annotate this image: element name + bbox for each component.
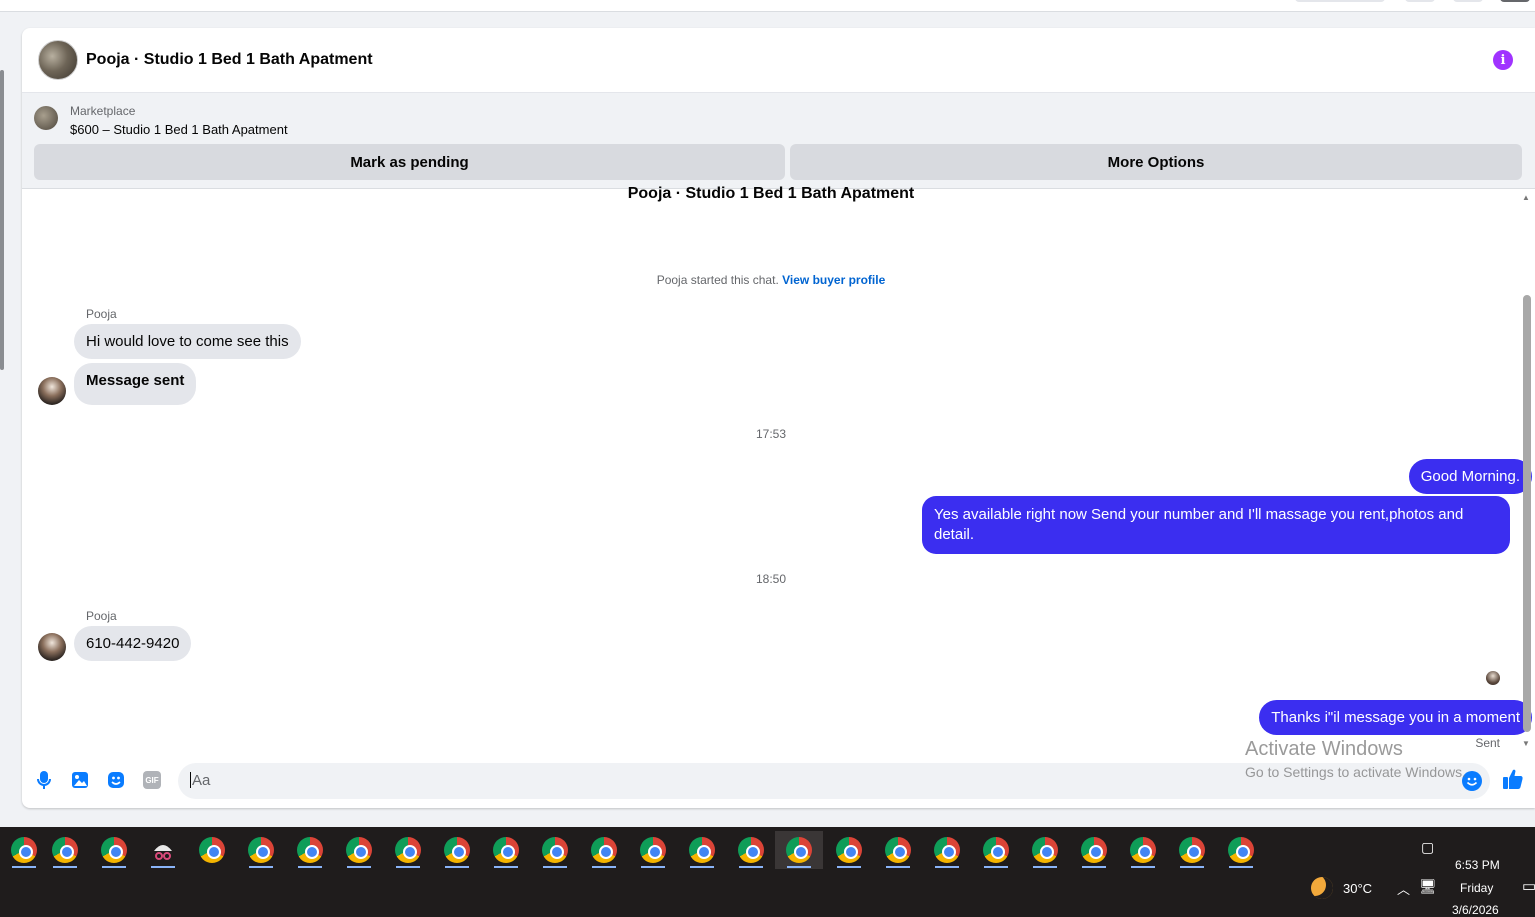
- chrome-icon[interactable]: [874, 831, 922, 869]
- chrome-icon[interactable]: [1119, 831, 1167, 869]
- pooja-avatar[interactable]: [38, 633, 66, 661]
- chrome-icon[interactable]: [286, 831, 334, 869]
- chrome-icon[interactable]: [580, 831, 628, 869]
- windows-activation-watermark: Activate Windows Go to Settings to activ…: [1245, 738, 1466, 780]
- message-bubble-out[interactable]: Good Morning.: [1408, 459, 1532, 494]
- browser-top-strip: [0, 0, 1535, 12]
- chrome-icon[interactable]: [41, 831, 89, 869]
- top-control[interactable]: [1453, 0, 1483, 2]
- scrollbar-thumb[interactable]: [1523, 295, 1531, 732]
- sender-name: Pooja: [86, 307, 117, 321]
- info-icon[interactable]: i: [1493, 50, 1513, 70]
- top-control[interactable]: [1405, 0, 1435, 2]
- marketplace-panel: Marketplace $600 – Studio 1 Bed 1 Bath A…: [22, 92, 1535, 189]
- chrome-icon[interactable]: [1168, 831, 1216, 869]
- chrome-icon[interactable]: [1217, 831, 1265, 869]
- chrome-icon[interactable]: [482, 831, 530, 869]
- chrome-icon[interactable]: [188, 831, 236, 869]
- gif-icon[interactable]: GIF: [142, 770, 162, 790]
- thumbs-up-icon[interactable]: [1502, 768, 1524, 796]
- chrome-icon[interactable]: [433, 831, 481, 869]
- clock-day[interactable]: Friday: [1460, 881, 1493, 895]
- chrome-icon[interactable]: [775, 831, 823, 869]
- watermark-line-2: Go to Settings to activate Windows.: [1245, 764, 1466, 780]
- watermark-line-1: Activate Windows: [1245, 738, 1403, 760]
- message-bubble-in[interactable]: 610-442-9420: [74, 626, 192, 661]
- chat-header: Pooja · Studio 1 Bed 1 Bath Apatment i: [22, 28, 1535, 92]
- pooja-avatar[interactable]: [38, 377, 66, 405]
- chrome-icon[interactable]: [1021, 831, 1069, 869]
- chrome-icon[interactable]: [531, 831, 579, 869]
- message-timestamp: 18:50: [755, 572, 787, 586]
- mark-as-pending-button[interactable]: Mark as pending: [34, 144, 785, 180]
- chat-window: Pooja · Studio 1 Bed 1 Bath Apatment i M…: [22, 28, 1535, 808]
- chrome-icon[interactable]: [384, 831, 432, 869]
- marketplace-label: Marketplace: [70, 104, 136, 118]
- message-bubble-out[interactable]: Yes available right now Send your number…: [922, 496, 1510, 554]
- scroll-up-arrow-icon[interactable]: ▲: [1521, 193, 1531, 202]
- message-list: Pooja · Studio 1 Bed 1 Bath Apatment Poo…: [22, 185, 1535, 754]
- network-icon[interactable]: 🖥: [1419, 878, 1437, 895]
- message-timestamp: 17:53: [755, 427, 787, 441]
- windows-taskbar: ▢ 30°C ︿ 🖥 6:53 PM Friday 3/6/2026 ▭: [0, 827, 1535, 917]
- chrome-icon[interactable]: [237, 831, 285, 869]
- message-input-placeholder: Aa: [192, 772, 211, 789]
- chrome-icon[interactable]: [923, 831, 971, 869]
- message-bubble-out[interactable]: Thanks i"il message you in a moment: [1259, 700, 1532, 735]
- sent-status: Sent: [1475, 736, 1500, 750]
- notification-icon[interactable]: ▭: [1522, 877, 1535, 895]
- chat-title[interactable]: Pooja · Studio 1 Bed 1 Bath Apatment: [86, 51, 373, 69]
- chevron-up-icon[interactable]: ︿: [1397, 879, 1410, 898]
- sticker-icon[interactable]: [106, 770, 126, 790]
- started-text: Pooja started this chat.: [656, 273, 779, 287]
- text-caret: [190, 772, 191, 788]
- chrome-icon[interactable]: [972, 831, 1020, 869]
- chrome-icon[interactable]: [825, 831, 873, 869]
- page-scrollbar[interactable]: [0, 70, 4, 370]
- view-buyer-profile-link[interactable]: View buyer profile: [782, 273, 885, 287]
- profile-avatar[interactable]: [1500, 0, 1530, 2]
- microphone-icon[interactable]: [34, 770, 54, 790]
- message-scrollbar[interactable]: ▲ ▼: [1521, 193, 1531, 753]
- listing-title[interactable]: $600 – Studio 1 Bed 1 Bath Apatment: [70, 122, 288, 137]
- weather-temperature[interactable]: 30°C: [1343, 881, 1372, 896]
- gif-label: GIF: [143, 771, 161, 789]
- weather-moon-icon[interactable]: [1311, 877, 1333, 899]
- seen-indicator-avatar: [1486, 671, 1500, 685]
- more-options-button[interactable]: More Options: [790, 144, 1522, 180]
- chrome-icon[interactable]: [678, 831, 726, 869]
- chrome-icon[interactable]: [90, 831, 138, 869]
- chrome-icon[interactable]: [335, 831, 383, 869]
- chrome-icon[interactable]: [727, 831, 775, 869]
- message-bubble-in[interactable]: Hi would love to come see this: [74, 324, 301, 359]
- chrome-icon[interactable]: [629, 831, 677, 869]
- listing-thumbnail[interactable]: [34, 106, 58, 130]
- listing-avatar[interactable]: [38, 40, 78, 80]
- snipping-tool-icon[interactable]: [139, 831, 187, 869]
- chrome-icon[interactable]: [1070, 831, 1118, 869]
- scroll-down-arrow-icon[interactable]: ▼: [1521, 739, 1531, 748]
- clock-date[interactable]: 3/6/2026: [1452, 903, 1499, 917]
- top-control[interactable]: [1295, 0, 1385, 2]
- clock-time[interactable]: 6:53 PM: [1455, 858, 1500, 872]
- chat-started-notice: Pooja started this chat. View buyer prof…: [22, 273, 1520, 287]
- sender-name: Pooja: [86, 609, 117, 623]
- conversation-title: Pooja · Studio 1 Bed 1 Bath Apatment: [627, 185, 915, 202]
- message-bubble-in[interactable]: Message sent: [74, 363, 197, 405]
- image-icon[interactable]: [70, 770, 90, 790]
- meet-now-icon[interactable]: ▢: [1421, 839, 1434, 856]
